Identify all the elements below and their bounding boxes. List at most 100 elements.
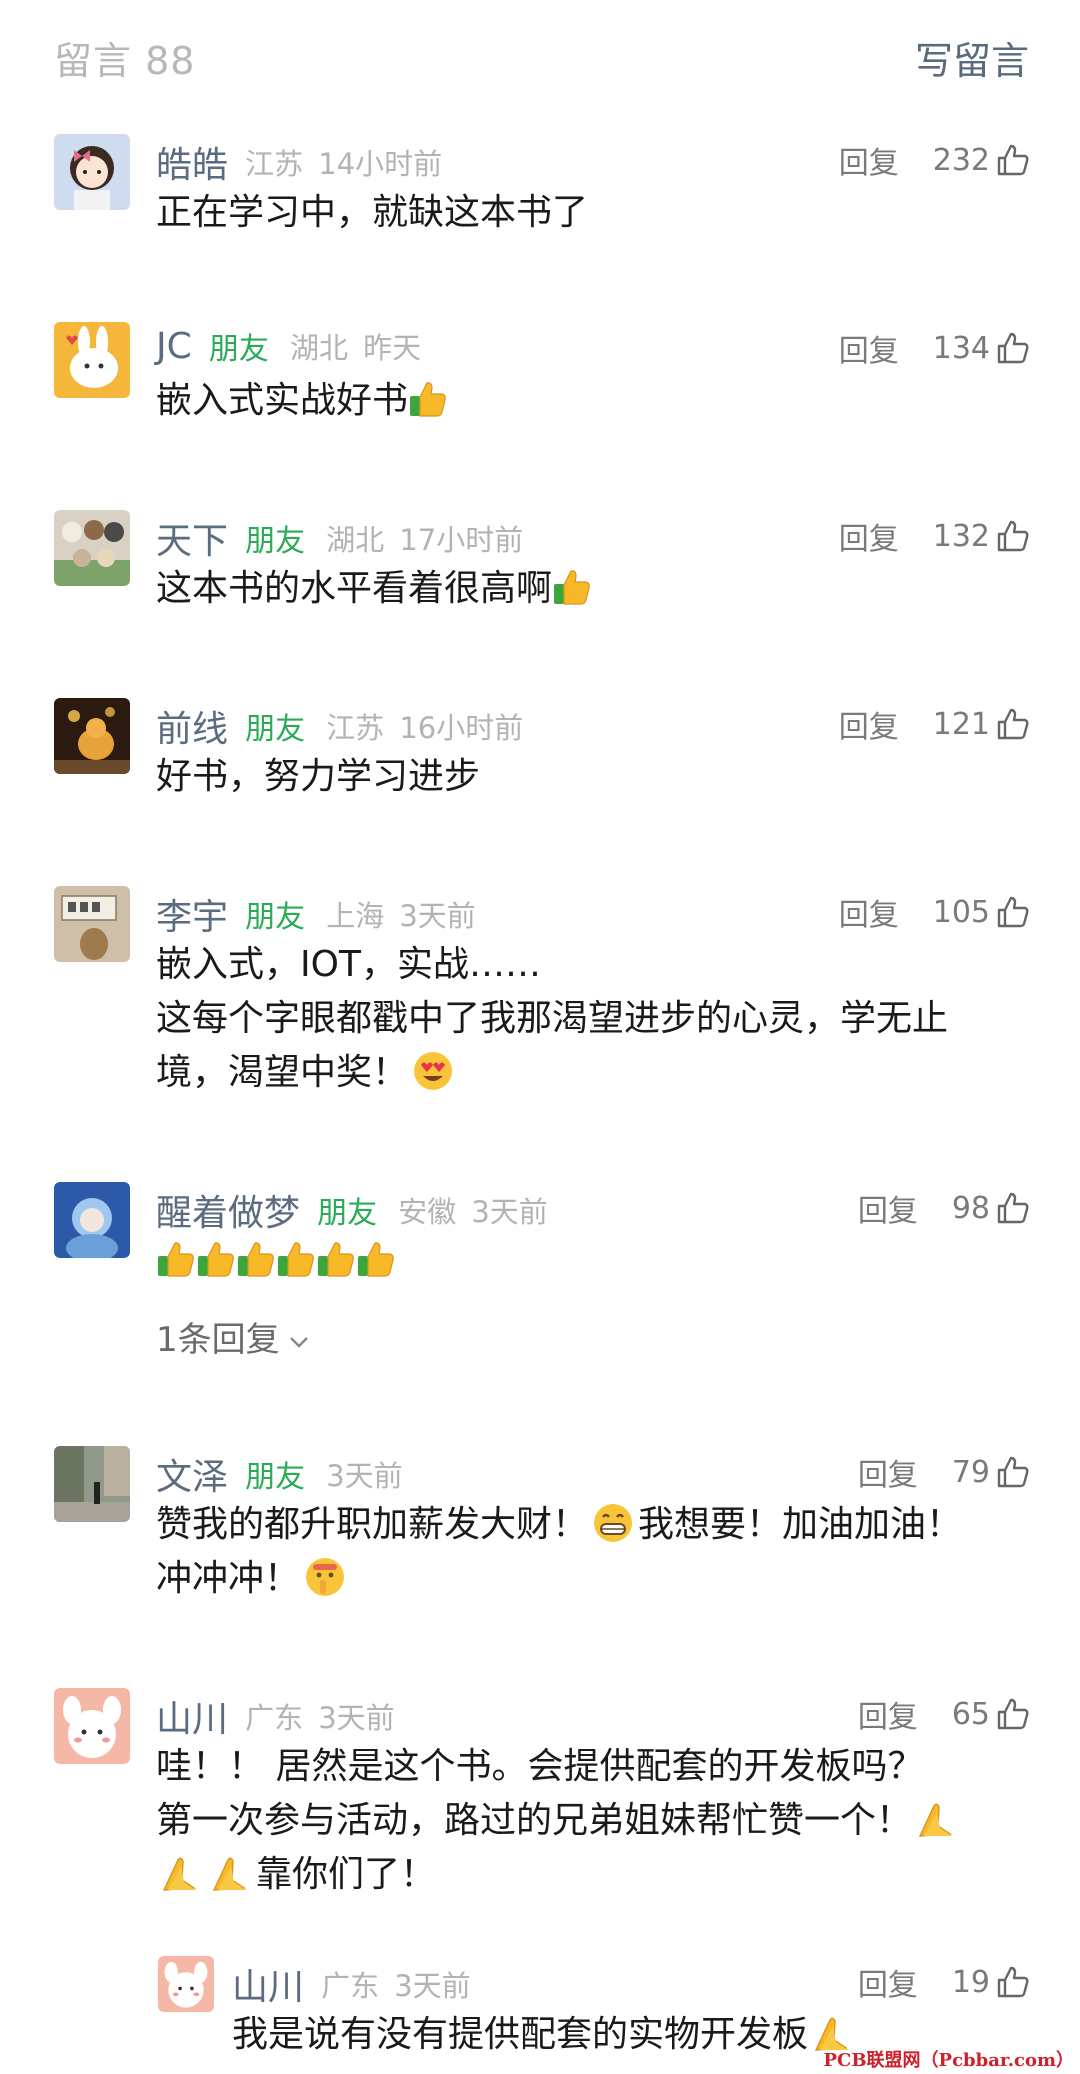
comment-meta: 山川 广东 3天前 [232, 1958, 481, 2008]
comment-meta: JC 朋友 湖北 昨天 [156, 324, 431, 368]
commenter-location: 湖北 [289, 331, 348, 365]
comment-time: 3天前 [471, 1195, 548, 1229]
like-count: 19 [951, 1964, 990, 2000]
reply-button[interactable]: 回复 [858, 1960, 918, 2004]
comment-meta: 皓皓 江苏 14小时前 [156, 136, 452, 186]
comment-line: 嵌入式实战好书 [156, 374, 1026, 428]
avatar[interactable] [54, 134, 130, 210]
comment-actions: 回复 134 [839, 326, 1030, 370]
friend-badge: 朋友 [208, 332, 269, 367]
friend-badge: 朋友 [245, 1460, 306, 1495]
commenter-name[interactable]: 李宇 [156, 897, 228, 938]
pray-hands-emoji-icon [160, 1852, 202, 1894]
comments-header: 留言 88 写留言 [0, 0, 1080, 110]
like-thumb-icon[interactable] [996, 1455, 1030, 1489]
like-count: 134 [932, 330, 990, 366]
commenter-name[interactable]: 文泽 [156, 1457, 228, 1498]
commenter-name[interactable]: JC [156, 326, 192, 367]
commenter-location: 上海 [326, 899, 385, 933]
like-thumb-icon[interactable] [996, 331, 1030, 365]
pray-hands-emoji-icon [916, 1798, 958, 1840]
comment-line-text: 境，渴望中奖！ [156, 1052, 409, 1093]
commenter-name[interactable]: 山川 [232, 1967, 304, 2008]
reply-button[interactable]: 回复 [839, 890, 899, 934]
avatar[interactable] [54, 1688, 130, 1764]
avatar[interactable] [54, 698, 130, 774]
comment-time: 3天前 [326, 1459, 403, 1493]
avatar[interactable] [54, 510, 130, 586]
comment-time: 3天前 [394, 1969, 471, 2003]
like-thumb-icon[interactable] [996, 1191, 1030, 1225]
like-count: 98 [951, 1190, 990, 1226]
comment-meta: 文泽 朋友 3天前 [156, 1448, 413, 1498]
reply-button[interactable]: 回复 [839, 138, 899, 182]
commenter-location: 湖北 [326, 523, 385, 557]
shush-emoji-icon [304, 1556, 346, 1598]
like-thumb-icon[interactable] [996, 143, 1030, 177]
commenter-location: 广东 [321, 1969, 380, 2003]
reply-button[interactable]: 回复 [858, 1692, 918, 1736]
write-comment-button[interactable]: 写留言 [915, 30, 1029, 85]
reply-button[interactable]: 回复 [858, 1186, 918, 1230]
commenter-location: 安徽 [398, 1195, 457, 1229]
thumbs-up-emoji-icon [356, 1238, 396, 1278]
thumbs-up-emoji-icon [552, 566, 592, 606]
comment-line-text: 靠你们了！ [256, 1854, 437, 1895]
commenter-name[interactable]: 醒着做梦 [156, 1193, 300, 1234]
comment-time: 17小时前 [399, 523, 524, 557]
like-thumb-icon[interactable] [996, 1965, 1030, 1999]
thumbs-up-emoji-icon [316, 1238, 356, 1278]
avatar[interactable] [158, 1956, 214, 2012]
like-thumb-icon[interactable] [996, 895, 1030, 929]
comment-line: 冲冲冲！ [156, 1552, 1026, 1606]
comment-line: 赞我的都升职加薪发大财！ 我想要！加油加油！ [156, 1498, 1026, 1552]
comment-line-text: 我是说有没有提供配套的实物开发板 [232, 2014, 809, 2055]
comment-text: 哇！！ 居然是这个书。会提供配套的开发板吗？ 第一次参与活动，路过的兄弟姐妹帮忙… [156, 1740, 1026, 1902]
like-thumb-icon[interactable] [996, 707, 1030, 741]
comment-line: 第一次参与活动，路过的兄弟姐妹帮忙赞一个！ [156, 1794, 1026, 1848]
like-count: 232 [932, 142, 990, 178]
comment-line-text: 嵌入式实战好书 [156, 380, 409, 421]
avatar[interactable] [54, 1182, 130, 1258]
comment-meta: 山川 广东 3天前 [156, 1690, 405, 1740]
reply-button[interactable]: 回复 [839, 326, 899, 370]
comment-line-text: 冲冲冲！ [156, 1558, 301, 1599]
comment-meta: 李宇 朋友 上海 3天前 [156, 888, 486, 938]
comment-line: 嵌入式，IOT，实战…… [156, 944, 541, 985]
avatar[interactable] [54, 1446, 130, 1522]
site-watermark: PCB联盟网（Pcbbar.com） [823, 2050, 1074, 2071]
commenter-name[interactable]: 天下 [156, 521, 228, 562]
comment-line: 靠你们了！ [156, 1848, 1026, 1902]
comment-meta: 天下 朋友 湖北 17小时前 [156, 512, 533, 562]
comment-line [156, 1234, 1026, 1288]
comment-text: 好书，努力学习进步 [156, 750, 1026, 804]
comment-line: 哇！！ 居然是这个书。会提供配套的开发板吗？ [156, 1746, 924, 1787]
commenter-name[interactable]: 皓皓 [156, 145, 228, 186]
comment-text: 嵌入式，IOT，实战…… 这每个字眼都戳中了我那渴望进步的心灵，学无止 境，渴望… [156, 938, 1026, 1100]
comment-text: 正在学习中，就缺这本书了 [156, 186, 1026, 240]
like-thumb-icon[interactable] [996, 519, 1030, 553]
commenter-location: 江苏 [245, 147, 304, 181]
comment-text: 这本书的水平看着很高啊 [156, 562, 1026, 616]
friend-badge: 朋友 [317, 1196, 378, 1231]
avatar[interactable] [54, 886, 130, 962]
like-thumb-icon[interactable] [996, 1697, 1030, 1731]
thumbs-up-emoji-icon [236, 1238, 276, 1278]
commenter-name[interactable]: 前线 [156, 709, 228, 750]
comment-line: 这每个字眼都戳中了我那渴望进步的心灵，学无止 [156, 998, 949, 1039]
commenter-name[interactable]: 山川 [156, 1699, 228, 1740]
comment-actions: 回复 121 [839, 702, 1030, 746]
comment-actions: 回复 79 [858, 1450, 1030, 1494]
view-replies-button[interactable]: 1条回复 [156, 1312, 310, 1361]
reply-button[interactable]: 回复 [858, 1450, 918, 1494]
comment-time: 3天前 [399, 899, 476, 933]
avatar[interactable] [54, 322, 130, 398]
comment-actions: 回复 65 [858, 1692, 1030, 1736]
view-replies-label: 1条回复 [156, 1320, 280, 1360]
commenter-location: 江苏 [326, 711, 385, 745]
thumbs-up-emoji-icon [156, 1238, 196, 1278]
comment-actions: 回复 105 [839, 890, 1030, 934]
reply-button[interactable]: 回复 [839, 514, 899, 558]
like-count: 65 [951, 1696, 990, 1732]
reply-button[interactable]: 回复 [839, 702, 899, 746]
